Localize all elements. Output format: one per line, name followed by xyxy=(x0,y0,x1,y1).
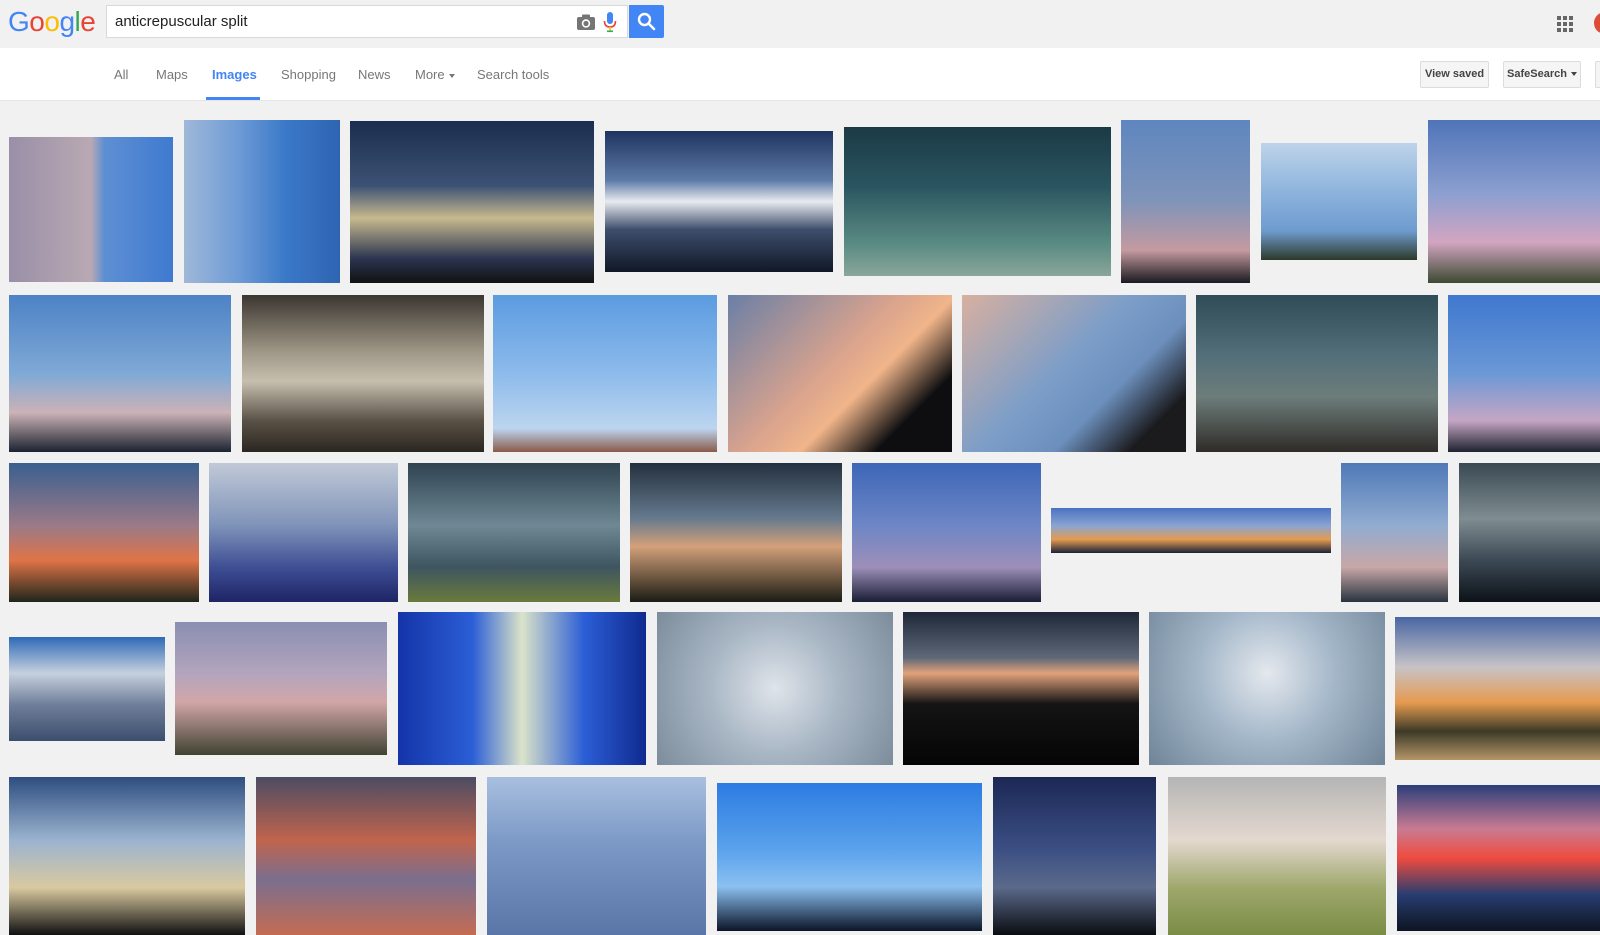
image-result-picture xyxy=(9,463,199,602)
image-result-thumbnail[interactable] xyxy=(408,463,620,602)
apps-grid-icon[interactable] xyxy=(1556,15,1574,33)
image-result-thumbnail[interactable] xyxy=(1196,295,1438,452)
image-result-thumbnail[interactable] xyxy=(184,120,340,283)
image-result-thumbnail[interactable] xyxy=(1397,785,1600,931)
image-result-picture xyxy=(9,777,245,935)
image-result-picture xyxy=(605,131,833,272)
safesearch-button[interactable]: SafeSearch xyxy=(1503,61,1581,88)
image-result-picture xyxy=(903,612,1139,765)
image-result-thumbnail[interactable] xyxy=(242,295,484,452)
image-result-thumbnail[interactable] xyxy=(398,612,646,765)
image-result-thumbnail[interactable] xyxy=(605,131,833,272)
image-result-thumbnail[interactable] xyxy=(717,783,982,931)
image-result-thumbnail[interactable] xyxy=(350,121,594,283)
microphone-icon[interactable] xyxy=(603,11,617,33)
image-result-picture xyxy=(844,127,1111,276)
image-result-thumbnail[interactable] xyxy=(962,295,1186,452)
image-result-thumbnail[interactable] xyxy=(993,777,1156,935)
chevron-down-icon xyxy=(448,73,455,78)
view-saved-button[interactable]: View saved xyxy=(1420,61,1489,88)
image-result-thumbnail[interactable] xyxy=(844,127,1111,276)
image-result-thumbnail[interactable] xyxy=(493,295,717,452)
search-icon xyxy=(637,12,656,31)
image-result-thumbnail[interactable] xyxy=(175,622,387,755)
search-button[interactable] xyxy=(629,5,664,38)
image-result-thumbnail[interactable] xyxy=(1051,508,1331,553)
image-result-picture xyxy=(1149,612,1385,765)
image-result-picture xyxy=(657,612,893,765)
image-result-thumbnail[interactable] xyxy=(852,463,1041,602)
safesearch-label: SafeSearch xyxy=(1507,68,1567,80)
image-result-picture xyxy=(9,295,231,452)
image-result-thumbnail[interactable] xyxy=(9,463,199,602)
tab-search-tools[interactable]: Search tools xyxy=(477,67,549,82)
image-result-picture xyxy=(993,777,1156,935)
image-result-picture xyxy=(717,783,982,931)
tab-news[interactable]: News xyxy=(358,67,391,82)
image-result-thumbnail[interactable] xyxy=(209,463,398,602)
image-result-picture xyxy=(1448,295,1600,452)
image-result-picture xyxy=(184,120,340,283)
image-result-thumbnail[interactable] xyxy=(256,777,476,935)
image-result-picture xyxy=(1196,295,1438,452)
image-result-picture xyxy=(852,463,1041,602)
image-result-thumbnail[interactable] xyxy=(1341,463,1448,602)
image-result-picture xyxy=(1459,463,1600,602)
image-result-thumbnail[interactable] xyxy=(1261,143,1417,260)
image-result-picture xyxy=(175,622,387,755)
image-result-picture xyxy=(242,295,484,452)
image-result-thumbnail[interactable] xyxy=(1459,463,1600,602)
image-result-picture xyxy=(350,121,594,283)
image-result-picture xyxy=(9,137,173,282)
image-result-thumbnail[interactable] xyxy=(9,637,165,741)
image-result-picture xyxy=(1397,785,1600,931)
image-result-picture xyxy=(398,612,646,765)
tab-more[interactable]: More xyxy=(415,67,455,82)
tab-more-label: More xyxy=(415,67,445,82)
image-result-thumbnail[interactable] xyxy=(1168,777,1386,935)
camera-icon[interactable] xyxy=(576,13,596,31)
image-result-picture xyxy=(487,777,706,935)
image-result-picture xyxy=(1051,508,1331,553)
image-result-thumbnail[interactable] xyxy=(487,777,706,935)
image-result-picture xyxy=(1428,120,1600,283)
tab-shopping[interactable]: Shopping xyxy=(281,67,336,82)
image-result-thumbnail[interactable] xyxy=(657,612,893,765)
image-result-picture xyxy=(1168,777,1386,935)
image-result-picture xyxy=(408,463,620,602)
search-box xyxy=(106,5,628,38)
top-bar: Google xyxy=(0,0,1600,48)
image-result-picture xyxy=(1341,463,1448,602)
search-input[interactable] xyxy=(115,11,555,32)
image-result-picture xyxy=(256,777,476,935)
image-result-thumbnail[interactable] xyxy=(630,463,842,602)
image-result-thumbnail[interactable] xyxy=(1448,295,1600,452)
image-result-picture xyxy=(1395,617,1600,760)
avatar[interactable] xyxy=(1594,12,1600,34)
image-result-thumbnail[interactable] xyxy=(728,295,952,452)
image-result-picture xyxy=(630,463,842,602)
image-result-thumbnail[interactable] xyxy=(9,137,173,282)
tab-images[interactable]: Images xyxy=(212,67,257,82)
image-result-thumbnail[interactable] xyxy=(1121,120,1250,283)
tab-all[interactable]: All xyxy=(114,67,128,82)
image-result-picture xyxy=(9,637,165,741)
active-tab-indicator xyxy=(206,97,260,100)
image-result-picture xyxy=(1261,143,1417,260)
chevron-down-icon xyxy=(1570,72,1577,77)
image-result-thumbnail[interactable] xyxy=(1428,120,1600,283)
image-result-picture xyxy=(493,295,717,452)
image-result-thumbnail[interactable] xyxy=(1149,612,1385,765)
tab-maps[interactable]: Maps xyxy=(156,67,188,82)
image-result-thumbnail[interactable] xyxy=(1395,617,1600,760)
google-logo[interactable]: Google xyxy=(8,6,96,38)
image-result-thumbnail[interactable] xyxy=(903,612,1139,765)
settings-button[interactable] xyxy=(1595,61,1600,88)
image-result-thumbnail[interactable] xyxy=(9,295,231,452)
image-result-picture xyxy=(728,295,952,452)
image-result-picture xyxy=(962,295,1186,452)
image-result-picture xyxy=(1121,120,1250,283)
image-result-picture xyxy=(209,463,398,602)
image-result-thumbnail[interactable] xyxy=(9,777,245,935)
